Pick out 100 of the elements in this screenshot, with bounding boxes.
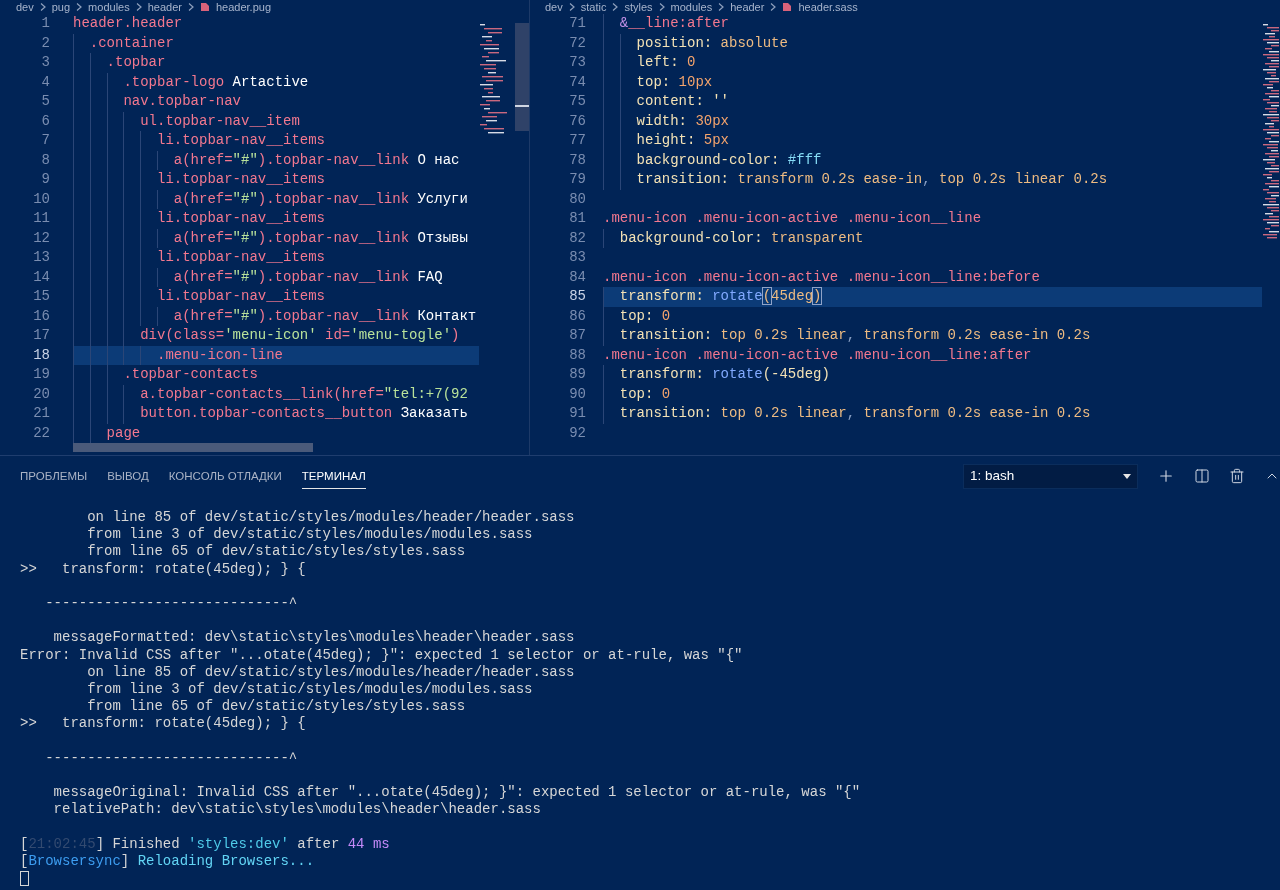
code-line: a.topbar-contacts__link(href="tel:+7(92 (140, 384, 468, 404)
breadcrumb-item[interactable]: modules (670, 0, 713, 14)
chevron-right-icon (718, 3, 725, 11)
line-number: 87 (569, 326, 586, 345)
terminal-line: from line 3 of dev/static/styles/modules/modules.sass (86, 526, 533, 543)
line-number: 13 (33, 248, 50, 267)
file-icon (199, 2, 210, 12)
terminal-cursor-icon (20, 871, 29, 887)
breadcrumb-item[interactable]: header.pug (215, 0, 271, 14)
line-number: 73 (569, 53, 586, 72)
position-marker (515, 105, 529, 107)
line-number: 14 (33, 267, 50, 287)
line-number: 71 (569, 14, 586, 33)
panel-tab[interactable]: КОНСОЛЬ ОТЛАДКИ (168, 465, 282, 489)
chevron-right-icon (39, 3, 46, 11)
code-line: li.topbar-nav__items (157, 170, 325, 189)
line-number: 21 (33, 404, 50, 423)
trash-icon[interactable] (1229, 468, 1245, 484)
chevron-right-icon (187, 3, 194, 11)
breadcrumb-item[interactable]: dev (545, 0, 563, 14)
plus-icon[interactable] (1157, 467, 1175, 485)
code-line: button.topbar-contacts__button Заказать (140, 404, 468, 423)
breadcrumb-item[interactable]: styles (624, 0, 653, 14)
code-line: ul.topbar-nav__item (140, 111, 300, 131)
line-number: 82 (569, 228, 586, 248)
panel-tab[interactable]: ТЕРМИНАЛ (301, 465, 366, 489)
panel-tab[interactable]: ВЫВОД (107, 465, 149, 489)
terminal-line: >> transform: rotate(45deg); } { (20, 560, 306, 577)
code-line: nav.topbar-nav (123, 92, 241, 111)
code-line: a(href="#").topbar-nav__link О нас (173, 150, 460, 170)
line-number: 4 (41, 72, 50, 92)
terminal-line: Error: Invalid CSS after "...otate(45deg); }": expected 1 selector or at-rule, was "{" (20, 646, 743, 663)
split-icon[interactable] (1194, 468, 1210, 484)
breadcrumb-item[interactable]: pug (51, 0, 71, 14)
line-number: 1 (41, 14, 50, 33)
terminal-line: messageOriginal: Invalid CSS after "...otate(45deg); }": expected 1 selector or at-rule, was "{" (52, 784, 861, 800)
line-number: 86 (569, 306, 586, 326)
panel-tab[interactable]: ПРОБЛЕМЫ (20, 465, 88, 489)
line-number: 85 (569, 287, 586, 306)
breadcrumb-item[interactable]: modules (88, 0, 130, 14)
code-line: li.topbar-nav__items (157, 209, 325, 228)
chevron-right-icon (76, 3, 83, 11)
code-line: li.topbar-nav__items (157, 131, 325, 150)
line-number: 2 (41, 33, 50, 53)
line-number: 76 (569, 111, 586, 131)
chevron-right-icon (770, 3, 777, 11)
terminal-line: -----------------------------^ (44, 594, 298, 611)
code-line: li.topbar-nav__items (157, 287, 325, 306)
code-line: transition: transform 0.2s ease-in, top 0.2s linear 0.2s (636, 170, 1108, 189)
line-number: 6 (41, 111, 50, 131)
line-number: 72 (569, 33, 586, 53)
line-number: 12 (33, 228, 50, 248)
line-number: 84 (569, 267, 586, 287)
code-line: width: 30px (636, 111, 730, 131)
breadcrumb-item[interactable]: header.sass (798, 0, 858, 14)
line-number: 5 (41, 92, 50, 111)
code-line: .menu-icon-line (157, 345, 283, 365)
line-number: 92 (569, 423, 586, 443)
breadcrumb-item[interactable]: header (147, 0, 182, 14)
code-line: .menu-icon .menu-icon-active .menu-icon__line:before (603, 267, 1040, 287)
line-number: 83 (569, 248, 586, 267)
terminal-line: from line 65 of dev/static/styles/styles.sass (86, 543, 466, 560)
line-number: 9 (41, 170, 50, 189)
code-line: transition: top 0.2s linear, transform 0.2s ease-in 0.2s (619, 404, 1091, 423)
code-line: top: 10px (636, 72, 713, 92)
scrollbar-thumb[interactable] (73, 443, 313, 452)
code-line: transform: rotate(45deg) (619, 287, 822, 306)
line-number: 3 (41, 53, 50, 72)
line-number: 7 (41, 131, 50, 150)
line-number: 78 (569, 150, 586, 170)
line-number: 16 (33, 306, 50, 326)
terminal-select[interactable]: 1: bash (963, 463, 1138, 489)
line-number: 22 (33, 423, 50, 443)
code-line: a(href="#").topbar-nav__link Контакт (173, 306, 477, 326)
line-number: 17 (33, 326, 50, 345)
terminal-line: relativePath: dev\static\styles\modules\header\header.sass (52, 801, 541, 818)
code-line: div(class='menu-icon' id='menu-togle') (140, 326, 460, 345)
line-number: 75 (569, 92, 586, 111)
chevron-right-icon (135, 3, 142, 11)
code-line: transform: rotate(-45deg) (619, 365, 830, 384)
scrollbar-thumb[interactable] (515, 23, 529, 131)
code-line: .topbar-logo Artactive (123, 72, 309, 92)
line-number: 19 (33, 365, 50, 384)
breadcrumb-item[interactable]: header (730, 0, 765, 14)
code-line: &__line:after (619, 14, 730, 33)
line-number: 20 (33, 384, 50, 404)
breadcrumb-item[interactable]: static (580, 0, 607, 14)
code-line: position: absolute (636, 33, 788, 53)
line-number: 15 (33, 287, 50, 306)
code-line: transition: top 0.2s linear, transform 0.2s ease-in 0.2s (619, 326, 1091, 345)
terminal-line: from line 65 of dev/static/styles/styles.sass (86, 698, 466, 715)
code-line: .topbar (106, 53, 166, 72)
line-number: 77 (569, 131, 586, 150)
code-line: a(href="#").topbar-nav__link FAQ (173, 267, 443, 287)
breadcrumb-item[interactable]: dev (16, 0, 34, 14)
code-line: background-color: transparent (619, 228, 864, 248)
code-line: a(href="#").topbar-nav__link Отзывы (173, 228, 468, 248)
chevron-right-icon (568, 3, 575, 11)
code-line: top: 0 (619, 306, 671, 326)
terminal-line: -----------------------------^ (44, 749, 298, 766)
